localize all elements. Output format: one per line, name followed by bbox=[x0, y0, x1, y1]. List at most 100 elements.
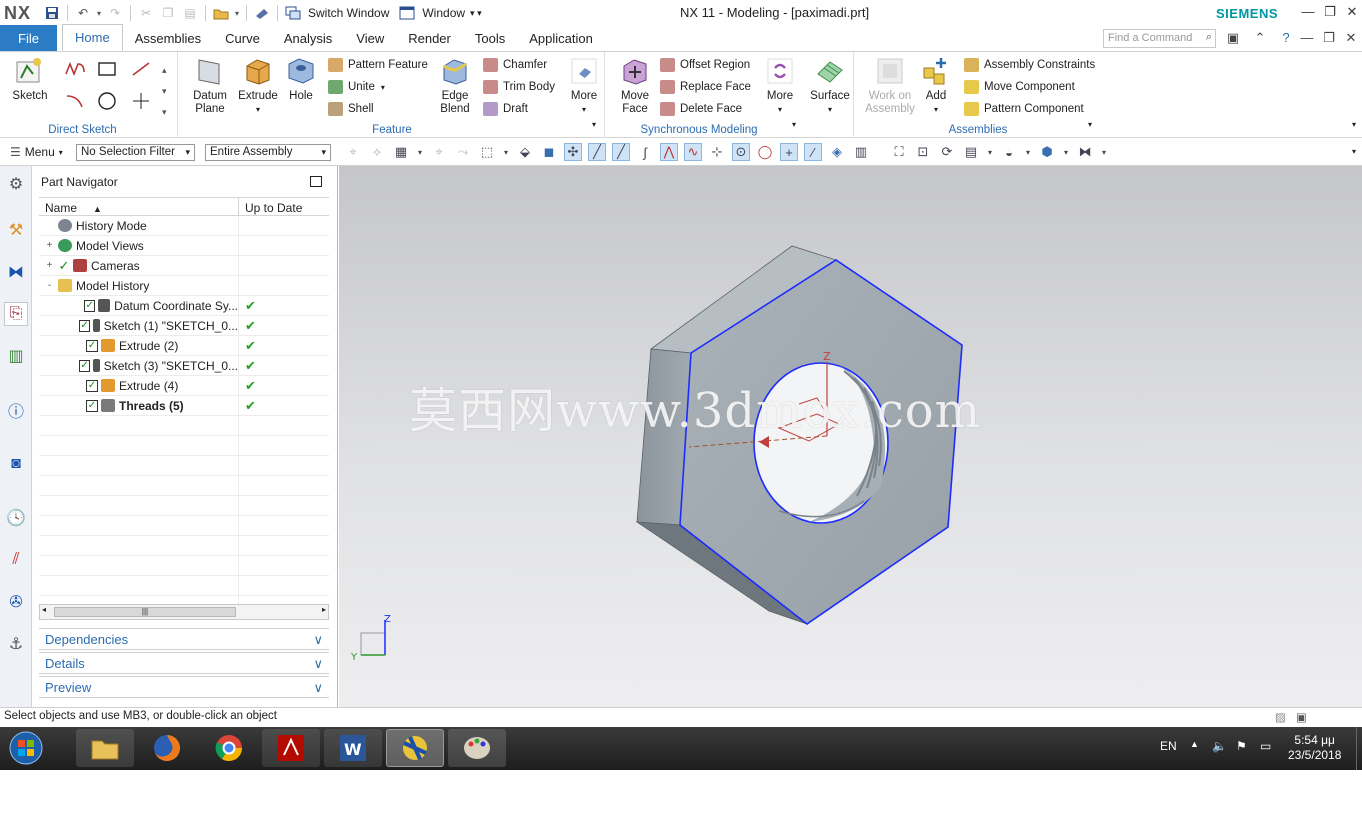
bounded-grid-snap-icon[interactable]: ▥ bbox=[852, 143, 870, 161]
work-on-assembly-button[interactable]: Work on Assembly bbox=[864, 56, 916, 116]
taskbar-clock[interactable]: 5:54 μμ 23/5/2018 bbox=[1288, 733, 1341, 763]
visibility-checkbox[interactable]: ✓ bbox=[58, 258, 70, 273]
rectangle-icon[interactable] bbox=[94, 58, 120, 80]
curve-snap-icon[interactable]: ∫ bbox=[636, 143, 654, 161]
network-icon[interactable]: ▭ bbox=[1260, 739, 1271, 753]
tab-curve[interactable]: Curve bbox=[213, 25, 272, 51]
undo-dropdown-icon[interactable]: ▾ bbox=[95, 3, 103, 23]
file-explorer-icon[interactable] bbox=[76, 729, 134, 767]
roles-icon[interactable]: ⚓ bbox=[4, 632, 28, 656]
ribbon-overflow-icon[interactable]: ▾ bbox=[1352, 120, 1356, 129]
unite-button[interactable]: Unite ▾ bbox=[328, 78, 385, 96]
pattern-component-button[interactable]: Pattern Component bbox=[964, 100, 1084, 118]
tab-assemblies[interactable]: Assemblies bbox=[123, 25, 213, 51]
gear-icon[interactable]: ⚙ bbox=[4, 172, 28, 196]
rotate-icon[interactable]: ⟳ bbox=[938, 143, 956, 161]
edge-blend-button[interactable]: Edge Blend bbox=[434, 56, 476, 116]
window-dropdown-icon[interactable]: ▾ ▾ bbox=[470, 8, 482, 19]
general-selection-icon[interactable]: ⌖ bbox=[344, 143, 362, 161]
reuse-library-icon[interactable]: ▥ bbox=[4, 344, 28, 368]
tree-row[interactable]: ✓ Sketch (1) "SKETCH_0... ✔ bbox=[39, 316, 329, 336]
start-button[interactable] bbox=[4, 729, 48, 767]
process-studio-icon[interactable]: ⫽ bbox=[4, 548, 28, 572]
minimize-icon[interactable]: — bbox=[1298, 4, 1318, 19]
expand-toggle-icon[interactable]: + bbox=[45, 240, 54, 251]
visibility-checkbox[interactable]: ✓ bbox=[79, 359, 90, 372]
move-component-button[interactable]: Move Component bbox=[964, 78, 1075, 96]
sync-group-dropdown-icon[interactable]: ▾ bbox=[792, 120, 796, 129]
endpoint-snap-icon[interactable]: ╱ bbox=[588, 143, 606, 161]
hole-button[interactable]: Hole bbox=[284, 56, 318, 103]
visibility-checkbox[interactable]: ✓ bbox=[79, 319, 90, 332]
render-dropdown-icon[interactable]: ▾ bbox=[1024, 143, 1032, 161]
center-snap-icon[interactable]: ⊙ bbox=[732, 143, 750, 161]
language-indicator[interactable]: EN bbox=[1160, 739, 1177, 753]
redo-icon[interactable]: ↷ bbox=[105, 3, 125, 23]
point-on-face-snap-icon[interactable]: ◈ bbox=[828, 143, 846, 161]
tree-row[interactable]: ✓ Threads (5) ✔ bbox=[39, 396, 329, 416]
paste-icon[interactable]: ▤ bbox=[180, 3, 200, 23]
hd3d-tools-icon[interactable]: ⓘ bbox=[4, 398, 28, 422]
arc-icon[interactable] bbox=[62, 90, 88, 112]
tab-application[interactable]: Application bbox=[517, 25, 605, 51]
datum-plane-button[interactable]: Datum Plane bbox=[190, 56, 230, 116]
zoom-icon[interactable]: ⊡ bbox=[914, 143, 932, 161]
paint-icon[interactable] bbox=[448, 729, 506, 767]
doc-restore-icon[interactable]: ❐ bbox=[1320, 30, 1338, 46]
vertex-snap-icon[interactable]: ✣ bbox=[564, 143, 582, 161]
snap-icon[interactable]: ⌖ bbox=[430, 143, 448, 161]
selection-filter-select[interactable]: No Selection Filter ▾ bbox=[76, 143, 195, 161]
add-component-button[interactable]: Add ▾ bbox=[920, 56, 952, 116]
navigator-horizontal-scrollbar[interactable]: ◂ ||| ▸ bbox=[39, 604, 329, 620]
rect-dropdown-icon[interactable]: ▾ bbox=[502, 143, 510, 161]
profile-icon[interactable] bbox=[62, 58, 88, 80]
tree-row[interactable]: ✓ Extrude (2) ✔ bbox=[39, 336, 329, 356]
assembly-constraints-button[interactable]: Assembly Constraints bbox=[964, 56, 1095, 74]
uptodate-column-header[interactable]: Up to Date bbox=[239, 198, 329, 215]
name-column-header[interactable]: Name ▲ bbox=[39, 198, 239, 215]
tree-row[interactable]: + Model Views bbox=[39, 236, 329, 256]
midpoint-snap-icon[interactable]: ╱ bbox=[612, 143, 630, 161]
search-icon[interactable]: ⌕ bbox=[1206, 31, 1212, 44]
menu-button[interactable]: ☰ Menu ▾ bbox=[10, 145, 76, 159]
solid-select-icon[interactable]: ◼ bbox=[540, 143, 558, 161]
tab-home[interactable]: Home bbox=[62, 24, 123, 51]
circle-icon[interactable] bbox=[94, 90, 120, 112]
ribbon-options-icon[interactable]: ▣ bbox=[1224, 30, 1242, 46]
sync-more-button[interactable]: More ▾ bbox=[762, 56, 798, 116]
firefox-icon[interactable] bbox=[138, 729, 196, 767]
layer-icon[interactable]: ⬢ bbox=[1038, 143, 1056, 161]
tree-row[interactable]: ✓ Sketch (3) "SKETCH_0... ✔ bbox=[39, 356, 329, 376]
switch-window-icon[interactable] bbox=[283, 3, 303, 23]
shell-button[interactable]: Shell bbox=[328, 100, 374, 118]
orient-dropdown-icon[interactable]: ▾ bbox=[986, 143, 994, 161]
intersection-snap-icon[interactable]: ⋀ bbox=[660, 143, 678, 161]
copy-icon[interactable]: ❐ bbox=[158, 3, 178, 23]
chrome-icon[interactable] bbox=[200, 729, 258, 767]
display-dropdown-icon[interactable]: ▾ bbox=[1100, 143, 1108, 161]
view-triad[interactable]: Z Y bbox=[350, 614, 391, 663]
preview-panel[interactable]: Preview ∨ bbox=[39, 676, 329, 698]
visibility-checkbox[interactable]: ✓ bbox=[86, 379, 98, 392]
rendering-style-icon[interactable]: ◒ bbox=[1000, 143, 1018, 161]
assembly-navigator-icon[interactable]: ⚒ bbox=[4, 218, 28, 242]
tab-render[interactable]: Render bbox=[396, 25, 463, 51]
feature-more-button[interactable]: More ▾ bbox=[566, 56, 602, 116]
part-navigator-icon[interactable]: ⎘ bbox=[4, 302, 28, 326]
show-hidden-icons-icon[interactable]: ▲ bbox=[1190, 739, 1199, 749]
window-icon[interactable] bbox=[397, 3, 417, 23]
sketch-button[interactable]: Sketch bbox=[8, 56, 52, 103]
visibility-checkbox[interactable]: ✓ bbox=[84, 299, 95, 312]
repeat-command-icon[interactable] bbox=[252, 3, 272, 23]
close-icon[interactable]: ✕ bbox=[1342, 4, 1362, 20]
status-icon-b[interactable]: ▣ bbox=[1296, 710, 1307, 724]
line-icon[interactable] bbox=[128, 58, 154, 80]
draft-button[interactable]: Draft bbox=[483, 100, 528, 118]
tree-row[interactable]: ✓ Extrude (4) ✔ bbox=[39, 376, 329, 396]
switch-window-button[interactable]: Switch Window bbox=[308, 6, 389, 20]
maximize-navigator-icon[interactable] bbox=[310, 176, 322, 187]
constraint-navigator-icon[interactable]: ⧓ bbox=[4, 260, 28, 284]
point-on-curve-snap-icon[interactable]: ⁄ bbox=[804, 143, 822, 161]
pattern-feature-button[interactable]: Pattern Feature bbox=[328, 56, 428, 74]
quadrant-snap-icon[interactable]: ⊹ bbox=[708, 143, 726, 161]
